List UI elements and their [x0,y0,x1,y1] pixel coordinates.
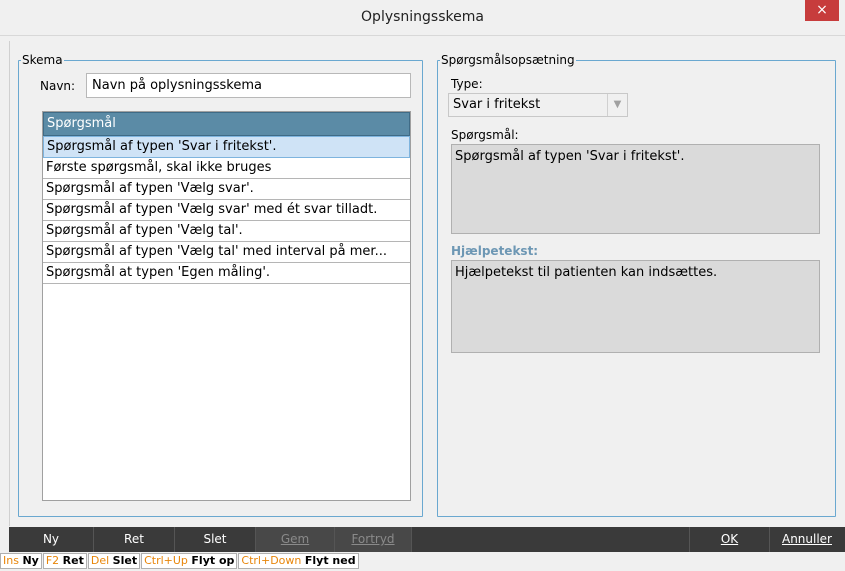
question-row[interactable]: Spørgsmål af typen 'Vælg svar' med ét sv… [43,200,410,221]
cancel-button[interactable]: Annuller [769,527,845,552]
undo-button-label: Fortryd [351,532,395,546]
question-row[interactable]: Spørgsmål af typen 'Svar i fritekst'. [43,136,410,158]
question-label: Spørgsmål: [451,128,519,142]
shortcut-bar: Ins Ny F2 Ret Del Slet Ctrl+Up Flyt op Ctrl+… [0,553,845,571]
schema-legend: Skema [22,53,63,67]
action-toolbar: Ny Ret Slet Gem Fortryd OK Annuller [9,527,845,552]
edit-button[interactable]: Ret [94,527,175,552]
question-row[interactable]: Spørgsmål af typen 'Vælg tal' med interv… [43,242,410,263]
name-label: Navn: [40,79,76,93]
type-select[interactable]: Svar i fritekst ▼ [448,93,628,117]
question-list: Spørgsmål Spørgsmål af typen 'Svar i fri… [42,111,411,501]
question-textarea[interactable]: Spørgsmål af typen 'Svar i fritekst'. [451,144,820,234]
question-setup-legend: Spørgsmålsopsætning [441,53,575,67]
shortcut-key: Ins [3,554,19,567]
shortcut-ctrl-up: Ctrl+Up Flyt op [141,553,238,569]
help-text-label: Hjælpetekst: [451,244,539,258]
type-select-value: Svar i fritekst [453,97,541,112]
title-bar: Oplysningsskema × [0,0,845,36]
window-title: Oplysningsskema [361,9,484,25]
chevron-down-icon[interactable]: ▼ [607,94,627,116]
shortcut-action: Slet [112,554,138,567]
question-row[interactable]: Spørgsmål at typen 'Egen måling'. [43,263,410,284]
delete-button[interactable]: Slet [175,527,256,552]
ok-button-label: OK [720,532,739,546]
shortcut-f2: F2 Ret [42,553,87,569]
shortcut-key: F2 [45,554,60,567]
close-button[interactable]: × [805,0,839,21]
help-text-textarea[interactable]: Hjælpetekst til patienten kan indsættes. [451,260,820,353]
shortcut-action: Flyt ned [304,554,356,567]
save-button-label: Gem [280,532,310,546]
question-row[interactable]: Spørgsmål af typen 'Vælg svar'. [43,179,410,200]
undo-button[interactable]: Fortryd [335,527,412,552]
shortcut-key: Del [90,554,110,567]
new-button[interactable]: Ny [9,527,94,552]
question-list-header[interactable]: Spørgsmål [43,112,410,136]
question-row[interactable]: Første spørgsmål, skal ikke bruges [43,158,410,179]
shortcut-action: Ny [22,554,39,567]
shortcut-action: Flyt op [191,554,235,567]
shortcut-ins: Ins Ny [0,553,42,569]
shortcut-key: Ctrl+Down [241,554,302,567]
cancel-button-label: Annuller [781,532,832,546]
question-row[interactable]: Spørgsmål af typen 'Vælg tal'. [43,221,410,242]
save-button[interactable]: Gem [256,527,335,552]
ok-button[interactable]: OK [689,527,770,552]
shortcut-del: Del Slet [87,553,141,569]
shortcut-ctrl-down: Ctrl+Down Flyt ned [238,553,359,569]
shortcut-action: Ret [62,554,84,567]
shortcut-key: Ctrl+Up [144,554,188,567]
type-label: Type: [451,77,483,91]
name-input[interactable]: Navn på oplysningsskema [86,73,411,98]
